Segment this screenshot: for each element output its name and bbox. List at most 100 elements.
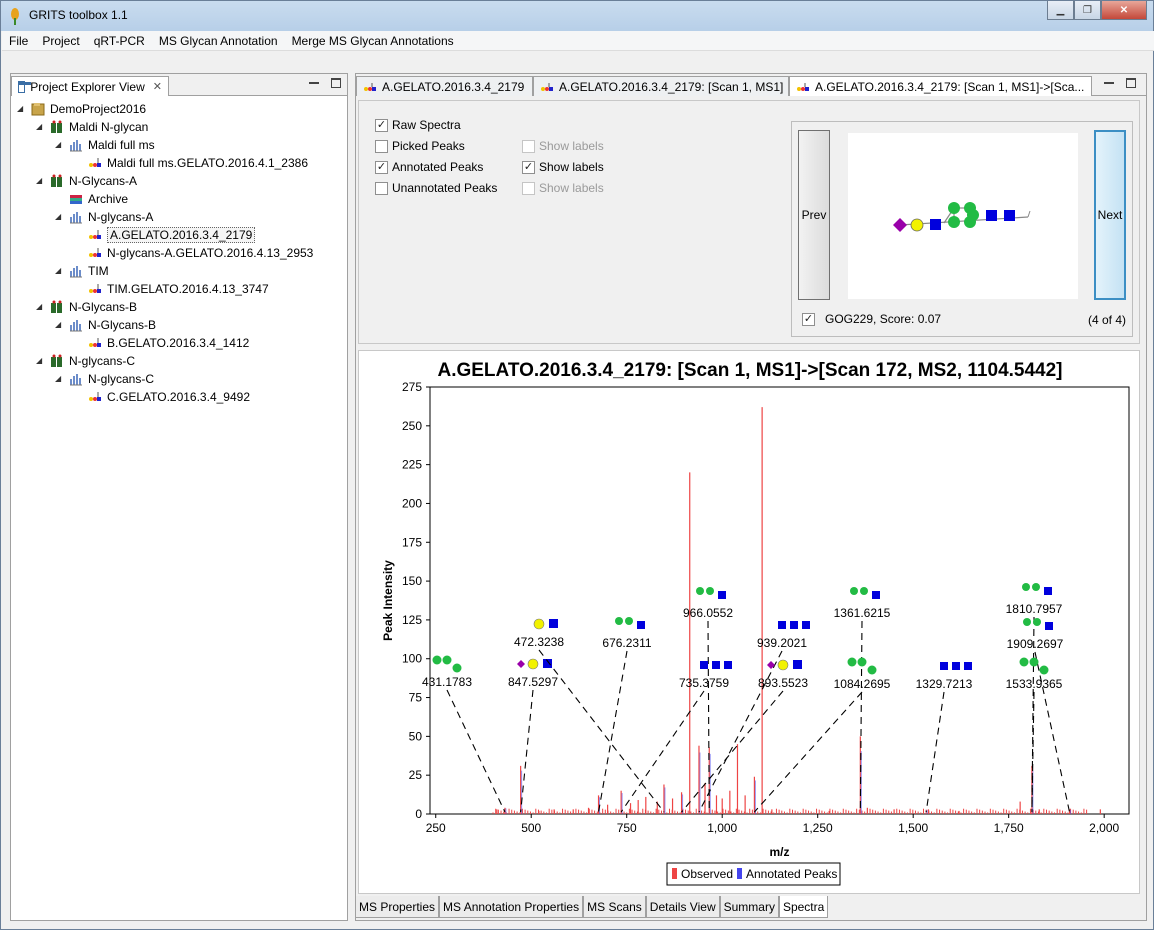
peak-annotation-label: 939.2021 [757, 636, 807, 650]
tab-spectra[interactable]: Spectra [778, 896, 829, 918]
man-circle-icon [452, 663, 462, 673]
close-icon[interactable]: ✕ [153, 80, 162, 93]
archive-icon [69, 192, 83, 206]
tree-item[interactable]: Maldi full ms.GELATO.2016.4.1_2386 [74, 154, 308, 172]
y-tick-label: 275 [402, 380, 422, 394]
glycan-select-checkbox[interactable]: ✓ [802, 312, 815, 326]
glcnac-square-icon [793, 660, 802, 669]
glcnac-square-icon [778, 621, 786, 629]
raw-spectra-option[interactable]: ✓ Raw Spectra [375, 118, 461, 132]
tree-item[interactable]: ◢ N-Glycans-B [55, 316, 156, 334]
annotated-peaks-checkbox[interactable]: ✓ [375, 160, 388, 174]
glycan-annotation-icon [88, 246, 102, 260]
show-labels-label: Show labels [539, 181, 604, 195]
tab-ms-properties[interactable]: MS Properties [355, 896, 440, 918]
tab-scan-ms1[interactable]: A.GELATO.2016.3.4_2179: [Scan 1, MS1] [533, 76, 789, 96]
man-circle-icon [847, 657, 857, 667]
minimize-view-icon[interactable] [309, 78, 319, 84]
expand-arrow-icon[interactable]: ◢ [55, 141, 63, 149]
minimize-view-icon[interactable] [1104, 78, 1114, 84]
man-circle-icon [706, 587, 714, 595]
tree-item[interactable]: ◢ Maldi full ms [55, 136, 155, 154]
raw-spectra-checkbox[interactable]: ✓ [375, 118, 388, 132]
peak-annotation-label: 1329.7213 [916, 677, 973, 691]
tree-item[interactable]: ◢ N-glycans-C [55, 370, 154, 388]
tree-item[interactable]: C.GELATO.2016.3.4_9492 [74, 388, 250, 406]
man-circle-icon [615, 617, 623, 625]
picked-show-labels-option: Show labels [522, 139, 604, 153]
picked-peaks-checkbox[interactable] [375, 139, 388, 153]
menu-ms-glycan-annotation[interactable]: MS Glycan Annotation [159, 34, 278, 48]
expand-arrow-icon[interactable]: ◢ [55, 321, 63, 329]
glycan-annotation-icon [88, 390, 102, 404]
glcnac-square-icon [964, 662, 972, 670]
man-circle-icon [1029, 657, 1039, 667]
tree-item-label: Archive [88, 192, 129, 206]
expand-arrow-icon[interactable]: ◢ [36, 177, 44, 185]
y-tick-label: 25 [409, 768, 423, 782]
maximize-view-icon[interactable] [1126, 78, 1136, 88]
tab-project-explorer[interactable]: Project Explorer View ✕ [11, 76, 169, 96]
raw-spectra-label: Raw Spectra [392, 118, 461, 132]
expand-arrow-icon[interactable]: ◢ [36, 303, 44, 311]
tab-label: A.GELATO.2016.3.4_2179 [382, 79, 525, 94]
annotated-peaks-option[interactable]: ✓ Annotated Peaks [375, 160, 483, 174]
glcnac-square-icon [724, 661, 732, 669]
tree-item[interactable]: ◢ N-glycans-C [36, 352, 135, 370]
tree-item[interactable]: ◢ TIM [55, 262, 109, 280]
glcnac-square-icon [1044, 587, 1052, 595]
tree-item[interactable]: ◢ N-glycans-A [55, 208, 153, 226]
tree-item[interactable]: ◢ N-Glycans-B [36, 298, 137, 316]
x-tick-label: 1,500 [898, 821, 928, 835]
window-controls: ▁ ❐ ✕ [1047, 1, 1147, 20]
expand-arrow-icon[interactable]: ◢ [17, 105, 25, 113]
tab-summary[interactable]: Summary [719, 896, 779, 918]
picked-peaks-option[interactable]: Picked Peaks [375, 139, 465, 153]
tree-item-label: Maldi full ms [88, 138, 155, 152]
tab-details-view[interactable]: Details View [645, 896, 720, 918]
tree-item[interactable]: ◢ Maldi N-glycan [36, 118, 148, 136]
tab-gelato-entry[interactable]: A.GELATO.2016.3.4_2179 [356, 76, 533, 96]
tab-scan-ms2-active[interactable]: A.GELATO.2016.3.4_2179: [Scan 1, MS1]->[… [789, 76, 1092, 96]
tree-item[interactable]: ◢ DemoProject2016 [17, 100, 146, 118]
legend-observed-swatch [672, 868, 677, 879]
tree-item[interactable]: N-glycans-A.GELATO.2016.4.13_2953 [74, 244, 313, 262]
menu-qrtpcr[interactable]: qRT-PCR [94, 34, 145, 48]
menu-merge-ms-glycan-annotations[interactable]: Merge MS Glycan Annotations [292, 34, 454, 48]
glycan-select-option[interactable]: ✓ GOG229, Score: 0.07 [802, 312, 941, 326]
expand-arrow-icon[interactable]: ◢ [55, 375, 63, 383]
maximize-window-button[interactable]: ❐ [1074, 1, 1101, 20]
annotated-show-labels-checkbox[interactable]: ✓ [522, 160, 535, 174]
expand-arrow-icon[interactable]: ◢ [36, 123, 44, 131]
minimize-window-button[interactable]: ▁ [1047, 1, 1074, 20]
tree-item[interactable]: B.GELATO.2016.3.4_1412 [74, 334, 249, 352]
man-circle-icon [867, 665, 877, 675]
tree-item[interactable]: A.GELATO.2016.3.4_2179 [74, 226, 256, 244]
expand-arrow-icon[interactable]: ◢ [55, 267, 63, 275]
tab-ms-annotation-properties[interactable]: MS Annotation Properties [439, 896, 584, 918]
prev-button[interactable]: Prev [798, 130, 830, 300]
tree-item-label: N-Glycans-B [88, 318, 157, 332]
spectrum-chart[interactable]: A.GELATO.2016.3.4_2179: [Scan 1, MS1]->[… [359, 351, 1141, 895]
maximize-view-icon[interactable] [331, 78, 341, 88]
tree-item-label: N-glycans-C [69, 354, 136, 368]
tab-ms-scans[interactable]: MS Scans [583, 896, 646, 918]
next-button[interactable]: Next [1094, 130, 1126, 300]
unannotated-peaks-checkbox[interactable] [375, 181, 388, 195]
menu-project[interactable]: Project [42, 34, 79, 48]
expand-arrow-icon[interactable]: ◢ [36, 357, 44, 365]
tree-item[interactable]: ◢ N-Glycans-A [36, 172, 137, 190]
tree-item[interactable]: TIM.GELATO.2016.4.13_3747 [74, 280, 269, 298]
experiment-icon [50, 300, 64, 314]
spectra-chart-panel: A.GELATO.2016.3.4_2179: [Scan 1, MS1]->[… [358, 350, 1140, 894]
tree-item[interactable]: Archive [55, 190, 128, 208]
expand-arrow-icon[interactable]: ◢ [55, 213, 63, 221]
close-window-button[interactable]: ✕ [1101, 1, 1147, 20]
menu-file[interactable]: File [9, 34, 28, 48]
folder-icon [31, 102, 45, 116]
annotated-show-labels-option[interactable]: ✓ Show labels [522, 160, 604, 174]
bottom-tab-bar: MS Properties MS Annotation Properties M… [355, 896, 829, 918]
unannotated-peaks-option[interactable]: Unannotated Peaks [375, 181, 497, 195]
ms-spectrum-icon [69, 318, 83, 332]
